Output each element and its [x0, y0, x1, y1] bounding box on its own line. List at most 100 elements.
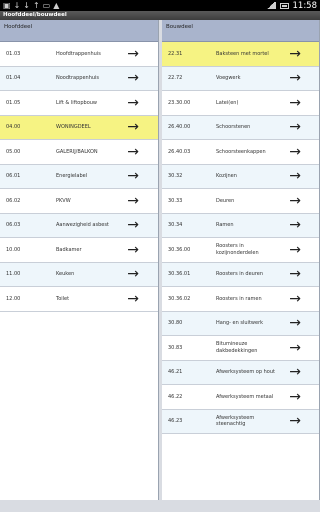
arrow-right-icon[interactable]: → — [127, 140, 139, 164]
item-code: 30.36.01 — [168, 271, 191, 278]
bouwdeel-list-item[interactable]: 30.36.00 Roosters in kozijnonderdelen → — [162, 238, 319, 263]
arrow-right-icon[interactable]: → — [289, 385, 301, 409]
arrow-right-icon[interactable]: → — [127, 287, 139, 311]
item-code: 22.31 — [168, 50, 183, 57]
item-label: Roosters in deuren — [216, 271, 264, 277]
bouwdeel-list-item[interactable]: 30.32 Kozijnen → — [162, 164, 319, 189]
item-code: 22.72 — [168, 75, 183, 82]
pane-header: Bouwdeel — [162, 20, 319, 42]
item-label: Deuren — [216, 197, 235, 204]
item-label: Keuken — [56, 271, 75, 277]
item-code: 26.40.00 — [168, 124, 191, 131]
arrow-right-icon[interactable]: → — [127, 165, 139, 189]
item-code: 30.34 — [168, 222, 183, 229]
bouwdeel-list-item[interactable]: 30.83 Bitumineuze dakbedekkingen → — [162, 336, 319, 361]
item-label: Afwerksysteem op hout — [216, 369, 275, 375]
arrow-right-icon[interactable]: → — [289, 263, 301, 287]
download-icon: ↓ — [23, 0, 30, 10]
arrow-right-icon[interactable]: → — [127, 189, 139, 213]
item-label: Toilet — [56, 295, 70, 302]
item-code: 30.36.00 — [168, 246, 191, 253]
hoofddeel-list-item[interactable]: 06.02 PKVW → — [0, 189, 158, 214]
item-code: 30.36.02 — [168, 295, 191, 302]
hoofddeel-list-item[interactable]: 05.00 GALERIJ/BALKON → — [0, 140, 158, 165]
item-code: 01.04 — [6, 75, 21, 82]
bouwdeel-list-item[interactable]: 30.36.01 Roosters in deuren → — [162, 262, 319, 287]
item-code: 46.22 — [168, 393, 183, 400]
hoofddeel-list-item[interactable]: 12.00 Toilet → — [0, 287, 158, 312]
item-label: Schoorsteenkappen — [216, 148, 266, 155]
hoofddeel-pane: Hoofddeel 01.03 Hoofdtrappenhuis → 01.04 Noo… — [0, 20, 159, 500]
item-label: PKVW — [56, 197, 71, 204]
status-bar-left-icons: ▣ ↓ ↓ ↑ ▭ ▲ — [3, 1, 59, 11]
hoofddeel-list-item[interactable]: 04.00 WONINGDEEL → — [0, 115, 158, 140]
bouwdeel-list-item[interactable]: 26.40.03 Schoorsteenkappen → — [162, 140, 319, 165]
notification-icon: ▲ — [53, 0, 60, 10]
arrow-right-icon[interactable]: → — [289, 410, 301, 434]
bouwdeel-list-item[interactable]: 30.80 Hang- en sluitwerk → — [162, 311, 319, 336]
arrow-right-icon[interactable]: → — [289, 336, 301, 360]
arrow-right-icon[interactable]: → — [289, 361, 301, 385]
hoofddeel-list-item[interactable]: 11.00 Keuken → — [0, 262, 158, 287]
arrow-right-icon[interactable]: → — [289, 165, 301, 189]
bouwdeel-list-item[interactable]: 23.30.00 Latei(en) → — [162, 91, 319, 116]
pane-header: Hoofddeel — [0, 20, 158, 42]
bouwdeel-list-item[interactable]: 22.31 Baksteen met mortel → — [162, 42, 319, 67]
arrow-right-icon[interactable]: → — [289, 287, 301, 311]
bouwdeel-list-item[interactable]: 30.33 Deuren → — [162, 189, 319, 214]
item-code: 12.00 — [6, 295, 21, 302]
item-code: 01.05 — [6, 99, 21, 106]
bouwdeel-list-item[interactable]: 30.36.02 Roosters in ramen → — [162, 287, 319, 312]
hoofddeel-list-item[interactable]: 01.03 Hoofdtrappenhuis → — [0, 42, 158, 67]
signal-icon — [265, 2, 276, 9]
bouwdeel-pane: Bouwdeel 22.31 Baksteen met mortel → 22.72 V… — [162, 20, 320, 500]
arrow-right-icon[interactable]: → — [127, 91, 139, 115]
bouwdeel-list-item[interactable]: 46.22 Afwerksysteem metaal → — [162, 385, 319, 410]
item-code: 23.30.00 — [168, 99, 191, 106]
bouwdeel-list-item[interactable]: 26.40.00 Schoorstenen → — [162, 115, 319, 140]
arrow-right-icon[interactable]: → — [289, 42, 301, 66]
bouwdeel-list-item[interactable]: 46.23 Afwerksysteem steenachtig → — [162, 409, 319, 434]
item-code: 46.23 — [168, 418, 183, 425]
item-label: Kozijnen — [216, 173, 237, 179]
hoofddeel-list-item[interactable]: 01.04 Noodtrappenhuis → — [0, 66, 158, 91]
hoofddeel-list-item[interactable]: 06.03 Aanwezigheid asbest → — [0, 213, 158, 238]
item-label: Noodtrappenhuis — [56, 75, 100, 81]
battery-icon — [279, 2, 289, 9]
arrow-right-icon[interactable]: → — [127, 116, 139, 140]
item-code: 11.00 — [6, 271, 21, 278]
item-code: 30.80 — [168, 320, 183, 327]
arrow-right-icon[interactable]: → — [289, 189, 301, 213]
item-code: 46.21 — [168, 369, 183, 376]
item-label: Baksteen met mortel — [216, 50, 269, 57]
arrow-right-icon[interactable]: → — [289, 116, 301, 140]
item-label: Roosters in ramen — [216, 295, 262, 302]
item-code: 01.03 — [6, 50, 21, 57]
arrow-right-icon[interactable]: → — [289, 312, 301, 336]
item-code: 30.32 — [168, 173, 183, 180]
item-label: Badkamer — [56, 246, 82, 253]
arrow-right-icon[interactable]: → — [289, 67, 301, 91]
clock: 11:58 — [292, 0, 318, 11]
hoofddeel-list-item[interactable]: 06.01 Energielabel → — [0, 164, 158, 189]
arrow-right-icon[interactable]: → — [127, 214, 139, 238]
hoofddeel-list-item[interactable]: 01.05 Lift & liftopbouw → — [0, 91, 158, 116]
hoofddeel-list-item[interactable]: 10.00 Badkamer → — [0, 238, 158, 263]
item-label: GALERIJ/BALKON — [56, 148, 98, 155]
item-label: Hang- en sluitwerk — [216, 320, 264, 326]
arrow-right-icon[interactable]: → — [127, 238, 139, 262]
arrow-right-icon[interactable]: → — [127, 67, 139, 91]
arrow-right-icon[interactable]: → — [289, 238, 301, 262]
arrow-right-icon[interactable]: → — [127, 263, 139, 287]
item-code: 06.02 — [6, 197, 21, 204]
arrow-right-icon[interactable]: → — [289, 140, 301, 164]
item-label: Roosters in kozijnonderdelen — [216, 243, 259, 256]
bouwdeel-list-item[interactable]: 46.21 Afwerksysteem op hout → — [162, 360, 319, 385]
item-label: Ramen — [216, 222, 234, 228]
bouwdeel-list-item[interactable]: 30.34 Ramen → — [162, 213, 319, 238]
arrow-right-icon[interactable]: → — [289, 214, 301, 238]
bouwdeel-list-item[interactable]: 22.72 Voegwerk → — [162, 66, 319, 91]
item-label: Schoorstenen — [216, 124, 251, 130]
arrow-right-icon[interactable]: → — [127, 42, 139, 66]
arrow-right-icon[interactable]: → — [289, 91, 301, 115]
